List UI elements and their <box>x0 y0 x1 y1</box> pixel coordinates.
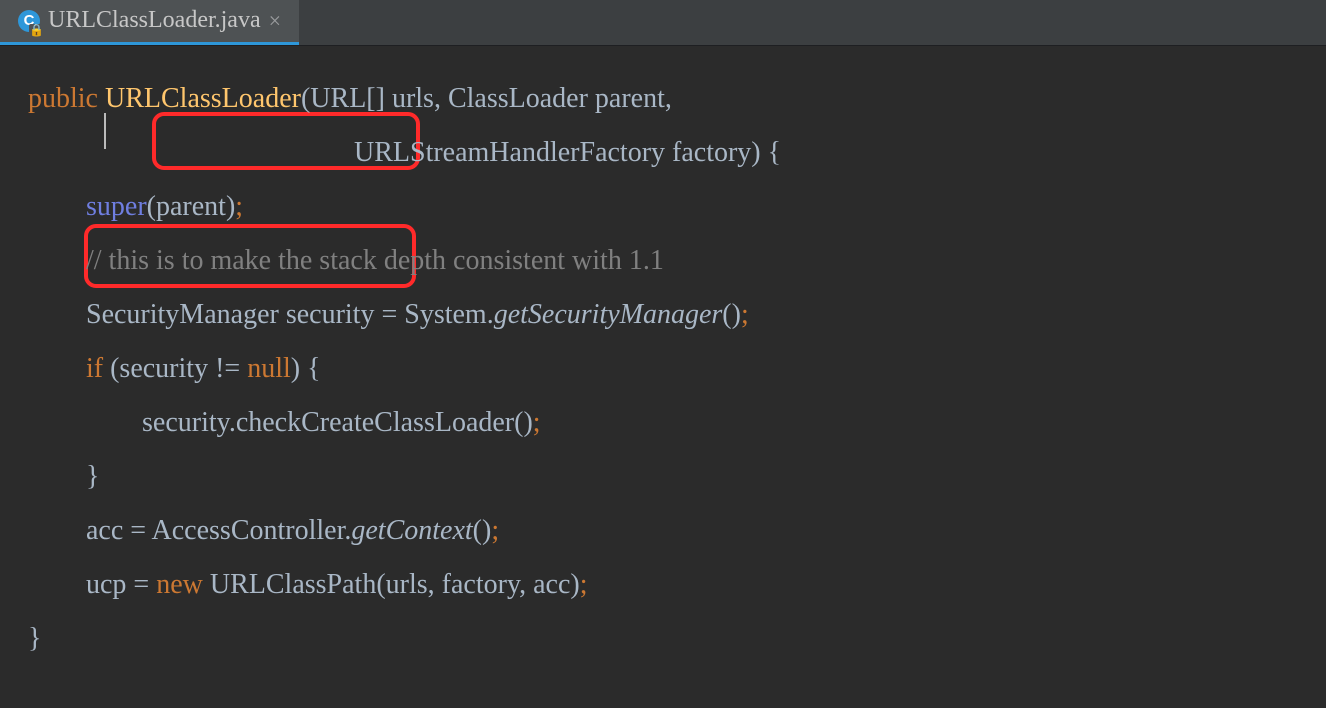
semicolon: ; <box>580 569 588 600</box>
kw-new: new <box>156 569 210 600</box>
comment: // this is to make the stack depth consi… <box>86 245 664 276</box>
code-text: ucp = <box>86 569 156 600</box>
code-line-2: URLStreamHandlerFactory factory) { <box>28 126 1326 180</box>
code-text: (URL[] urls, ClassLoader parent, <box>301 83 672 114</box>
lock-icon: 🔒 <box>29 24 44 36</box>
close-icon[interactable]: × <box>269 10 281 32</box>
code-text: () <box>722 299 741 330</box>
code-text: ) { <box>291 353 321 384</box>
code-line-9: acc = AccessController.getContext(); <box>28 504 1326 558</box>
code-editor[interactable]: public URLClassLoader(URL[] urls, ClassL… <box>0 46 1326 708</box>
semicolon: ; <box>235 191 243 222</box>
tab-bar: C 🔒 URLClassLoader.java × <box>0 0 1326 46</box>
kw-null: null <box>247 353 291 384</box>
kw-super: super <box>86 191 147 222</box>
kw-public: public <box>28 83 105 114</box>
code-line-4: // this is to make the stack depth consi… <box>28 234 1326 288</box>
code-line-1: public URLClassLoader(URL[] urls, ClassL… <box>28 72 1326 126</box>
code-text: (parent) <box>147 191 236 222</box>
code-text: (security != <box>110 353 247 384</box>
code-text: SecurityManager security = System. <box>86 299 494 330</box>
method-name: getSecurityManager <box>494 299 723 330</box>
code-text: acc = AccessController. <box>86 515 351 546</box>
code-line-11: } <box>28 612 1326 666</box>
code-line-7: security.checkCreateClassLoader(); <box>28 396 1326 450</box>
code-text: URLClassPath(urls, factory, acc) <box>210 569 580 600</box>
java-class-icon: C 🔒 <box>18 10 40 32</box>
code-text: security.checkCreateClassLoader() <box>142 407 533 438</box>
code-text: } <box>28 623 41 654</box>
code-line-3: super(parent); <box>28 180 1326 234</box>
ctor-name: URLClassLoader <box>105 83 301 114</box>
tab-urlclassloader[interactable]: C 🔒 URLClassLoader.java × <box>0 0 299 45</box>
code-line-8: } <box>28 450 1326 504</box>
code-line-5: SecurityManager security = System.getSec… <box>28 288 1326 342</box>
semicolon: ; <box>491 515 499 546</box>
code-text: URLStreamHandlerFactory factory) { <box>354 137 781 168</box>
semicolon: ; <box>741 299 749 330</box>
kw-if: if <box>86 353 110 384</box>
tab-filename: URLClassLoader.java <box>48 7 261 34</box>
semicolon: ; <box>533 407 541 438</box>
code-line-6: if (security != null) { <box>28 342 1326 396</box>
code-line-10: ucp = new URLClassPath(urls, factory, ac… <box>28 558 1326 612</box>
code-text: } <box>86 461 99 492</box>
method-name: getContext <box>351 515 472 546</box>
code-text: () <box>473 515 492 546</box>
